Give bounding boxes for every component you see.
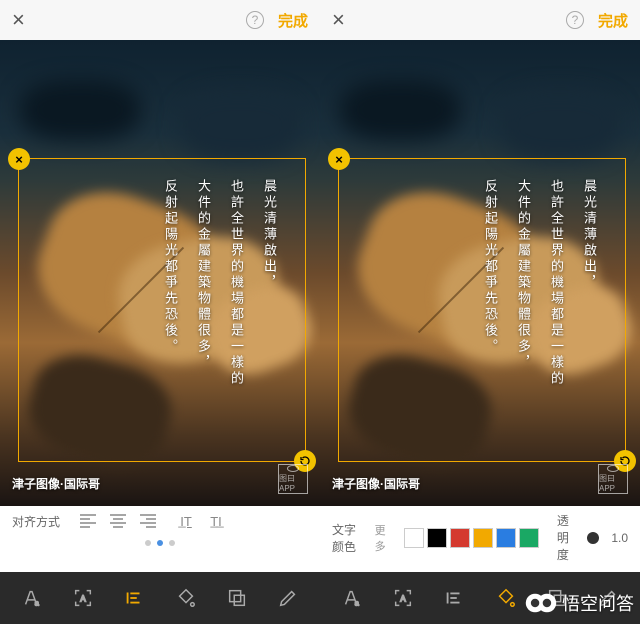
done-button[interactable]: 完成 (278, 10, 308, 31)
poem-line: 晨光清薄啟出， (580, 179, 599, 387)
align-right-icon[interactable] (138, 512, 158, 530)
text-color-label: 文字颜色 (332, 521, 357, 555)
page-dots (12, 540, 308, 546)
align-left-icon[interactable] (78, 512, 98, 530)
poem-line: 也許全世界的機場都是一樣的 (227, 179, 246, 387)
poem-line: 晨光清薄啟出， (260, 179, 279, 387)
color-opacity-controls: 文字颜色 更多 透明度 1.0 (320, 506, 640, 572)
font-tool-icon[interactable]: a (339, 585, 365, 611)
align-tool-icon[interactable] (121, 585, 147, 611)
svg-text:A: A (80, 595, 86, 604)
dot[interactable] (145, 540, 151, 546)
svg-text:a: a (354, 598, 359, 607)
align-tool-icon[interactable] (441, 585, 467, 611)
topbar: × ? 完成 (0, 0, 320, 40)
opacity-value: 1.0 (611, 531, 628, 545)
swatch-green[interactable] (519, 528, 539, 548)
more-colors-button[interactable]: 更多 (375, 522, 386, 554)
swatch-black[interactable] (427, 528, 447, 548)
right-editor-panel: × ? 完成 × 晨光清薄啟出， 也許全世界的機場都是一樣的 大件的金屬 (320, 0, 640, 624)
dot-active[interactable] (157, 540, 163, 546)
alignment-label: 对齐方式 (12, 513, 60, 530)
focus-tool-icon[interactable]: A (70, 585, 96, 611)
slider-knob[interactable] (587, 532, 599, 544)
dot[interactable] (169, 540, 175, 546)
color-tool-icon[interactable] (173, 585, 199, 611)
color-tool-icon[interactable] (493, 585, 519, 611)
poem-line: 反射起陽光都爭先恐後。 (161, 179, 180, 387)
app-watermark: 图曰APP (598, 464, 628, 494)
swatch-red[interactable] (450, 528, 470, 548)
image-canvas[interactable]: × 晨光清薄啟出， 也許全世界的機場都是一樣的 大件的金屬建築物體很多， 反射起… (320, 40, 640, 506)
focus-tool-icon[interactable]: A (390, 585, 416, 611)
image-canvas[interactable]: × 晨光清薄啟出， 也許全世界的機場都是一樣的 大件的金屬建築物體很多， 反射起… (0, 40, 320, 506)
selection-delete-icon[interactable]: × (328, 148, 350, 170)
poem-line: 反射起陽光都爭先恐後。 (481, 179, 500, 387)
align-center-icon[interactable] (108, 512, 128, 530)
text-selection-frame[interactable]: × 晨光清薄啟出， 也許全世界的機場都是一樣的 大件的金屬建築物體很多， 反射起… (338, 158, 626, 462)
text-content[interactable]: 晨光清薄啟出， 也許全世界的機場都是一樣的 大件的金屬建築物體很多， 反射起陽光… (481, 179, 599, 387)
opacity-label: 透明度 (557, 512, 575, 563)
text-content[interactable]: 晨光清薄啟出， 也許全世界的機場都是一樣的 大件的金屬建築物體很多， 反射起陽光… (161, 179, 279, 387)
author-watermark: 津子图像·国际哥 (332, 475, 420, 492)
help-icon[interactable]: ? (246, 11, 264, 29)
app-watermark: 图曰APP (278, 464, 308, 494)
topbar: × ? 完成 (320, 0, 640, 40)
selection-delete-icon[interactable]: × (8, 148, 30, 170)
layer-tool-icon[interactable] (224, 585, 250, 611)
svg-text:a: a (34, 598, 39, 607)
font-tool-icon[interactable]: a (19, 585, 45, 611)
swatch-white[interactable] (404, 528, 424, 548)
wukong-watermark: 悟空问答 (524, 590, 634, 616)
svg-text:A: A (400, 595, 406, 604)
baseline-down-icon[interactable]: T̲I̲ (206, 512, 226, 530)
poem-line: 大件的金屬建築物體很多， (194, 179, 213, 387)
edit-tool-icon[interactable] (275, 585, 301, 611)
swatch-yellow[interactable] (473, 528, 493, 548)
done-button[interactable]: 完成 (598, 10, 628, 31)
left-editor-panel: × ? 完成 × 晨光清薄啟出， 也許全世界的機場都是一樣的 大件的金屬 (0, 0, 320, 624)
poem-line: 也許全世界的機場都是一樣的 (547, 179, 566, 387)
help-icon[interactable]: ? (566, 11, 584, 29)
swatch-blue[interactable] (496, 528, 516, 548)
close-icon[interactable]: × (12, 7, 25, 33)
author-watermark: 津子图像·国际哥 (12, 475, 100, 492)
text-selection-frame[interactable]: × 晨光清薄啟出， 也許全世界的機場都是一樣的 大件的金屬建築物體很多， 反射起… (18, 158, 306, 462)
color-swatches (404, 528, 539, 548)
baseline-up-icon[interactable]: I̲T (176, 512, 196, 530)
poem-line: 大件的金屬建築物體很多， (514, 179, 533, 387)
wukong-logo-icon (524, 592, 558, 614)
bottom-toolbar: a A (0, 572, 320, 624)
alignment-controls: 对齐方式 I̲T T̲I̲ (0, 506, 320, 572)
close-icon[interactable]: × (332, 7, 345, 33)
